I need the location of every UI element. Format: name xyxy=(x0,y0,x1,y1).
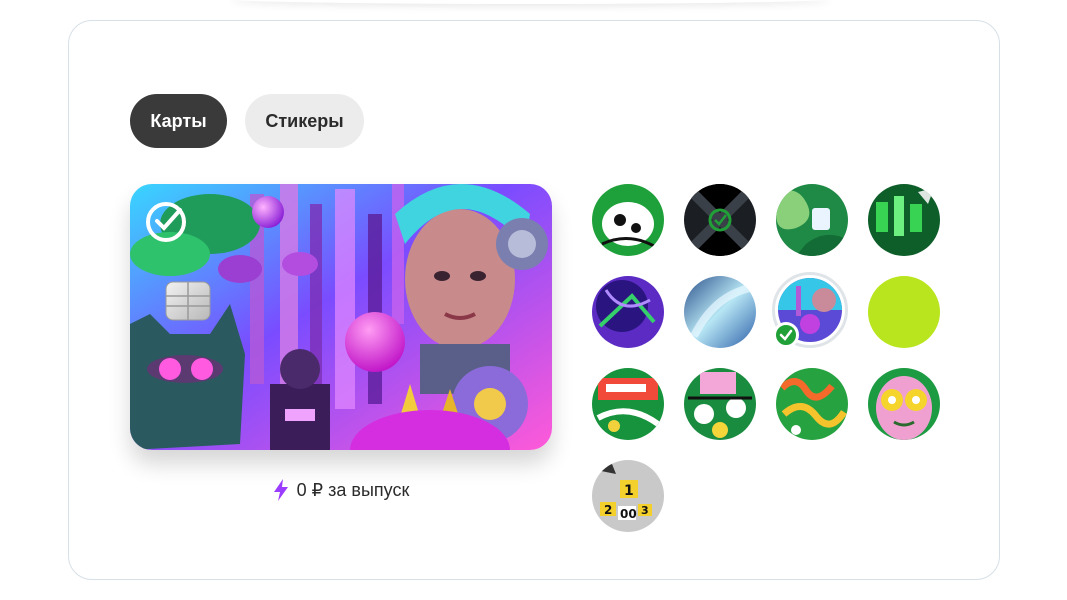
issue-price: 0 ₽ за выпуск xyxy=(130,479,552,501)
design-option-9[interactable] xyxy=(592,368,664,440)
design-option-6[interactable] xyxy=(684,276,756,348)
design-option-10[interactable] xyxy=(684,368,756,440)
selected-check-icon xyxy=(773,322,799,348)
design-option-5[interactable] xyxy=(592,276,664,348)
svg-text:3: 3 xyxy=(641,504,649,517)
lightning-icon xyxy=(273,479,288,501)
design-option-12[interactable] xyxy=(868,368,940,440)
card-preview xyxy=(130,184,552,450)
svg-text:00: 00 xyxy=(620,507,637,521)
tab-cards[interactable]: Карты xyxy=(130,94,227,148)
design-option-4[interactable] xyxy=(868,184,940,256)
design-option-11[interactable] xyxy=(776,368,848,440)
header-shadow xyxy=(230,0,830,4)
tab-bar: Карты Стикеры xyxy=(130,94,364,148)
design-option-13[interactable]: 1 2 00 3 xyxy=(592,460,664,532)
design-option-1[interactable] xyxy=(592,184,664,256)
svg-text:2: 2 xyxy=(604,503,612,517)
tab-stickers[interactable]: Стикеры xyxy=(245,94,364,148)
design-option-2[interactable] xyxy=(684,184,756,256)
design-option-3[interactable] xyxy=(776,184,848,256)
price-label: 0 ₽ за выпуск xyxy=(296,479,410,500)
design-option-7-selected[interactable] xyxy=(772,272,848,348)
design-option-8[interactable] xyxy=(868,276,940,348)
svg-text:1: 1 xyxy=(624,483,634,499)
card-design-panel: Карты Стикеры 0 ₽ за выпуск 1 2 00 3 xyxy=(68,20,1000,580)
